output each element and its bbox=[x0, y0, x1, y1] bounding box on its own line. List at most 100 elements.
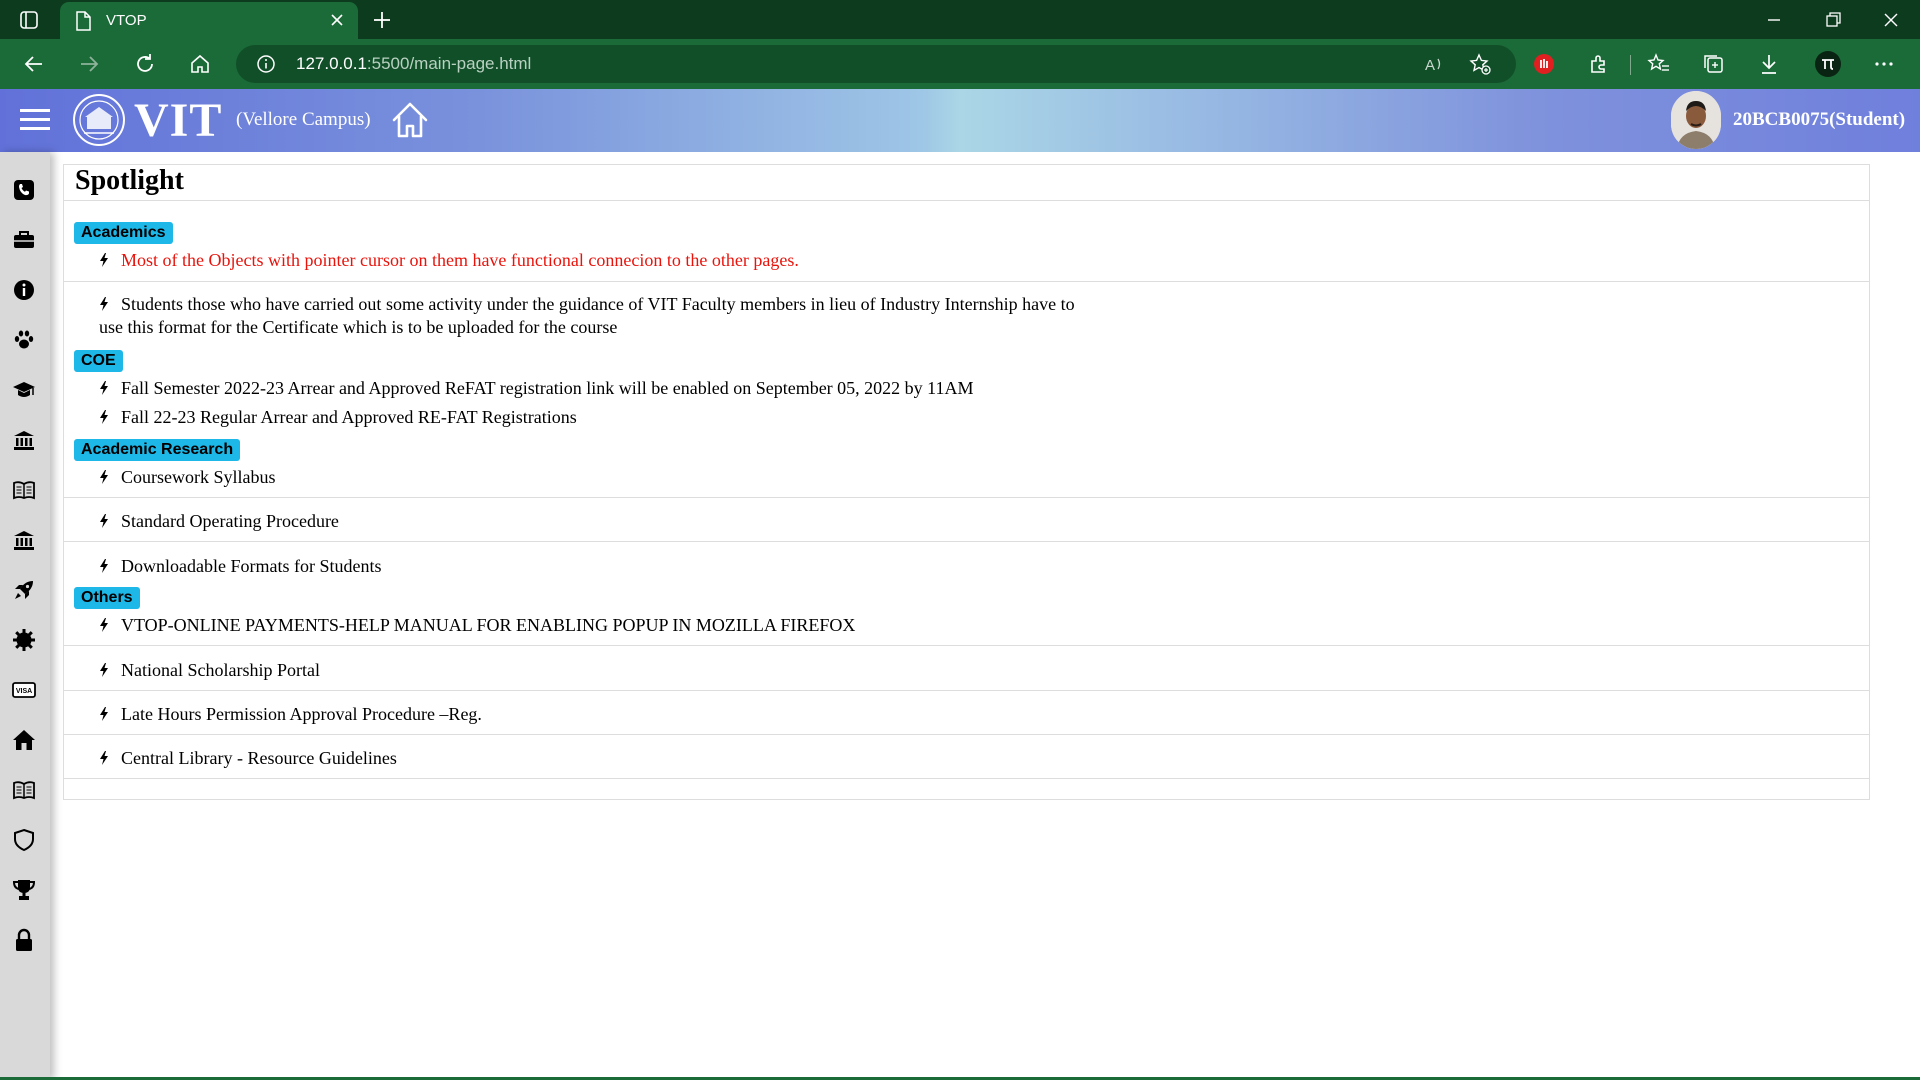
spotlight-title: Spotlight bbox=[75, 165, 184, 196]
url-path: :5500/main-page.html bbox=[366, 54, 532, 73]
collections-icon[interactable] bbox=[1702, 52, 1726, 76]
divider bbox=[64, 281, 1869, 282]
url-text: 127.0.0.1:5500/main-page.html bbox=[296, 54, 531, 74]
hamburger-menu-icon[interactable] bbox=[20, 109, 50, 131]
bolt-icon bbox=[100, 297, 108, 311]
bolt-icon bbox=[100, 514, 108, 528]
avatar[interactable] bbox=[1671, 91, 1721, 149]
home-icon[interactable] bbox=[12, 728, 36, 752]
divider bbox=[64, 497, 1869, 498]
paw-icon[interactable] bbox=[12, 328, 36, 352]
browser-address-bar: 127.0.0.1:5500/main-page.html A bbox=[0, 39, 1920, 89]
spotlight-item-text: Students those who have carried out some… bbox=[99, 294, 1075, 337]
trophy-icon[interactable] bbox=[12, 878, 36, 902]
bolt-icon bbox=[100, 253, 108, 267]
book-icon[interactable] bbox=[12, 478, 36, 502]
close-icon[interactable] bbox=[328, 11, 346, 29]
bolt-icon bbox=[100, 470, 108, 484]
spotlight-panel: Spotlight Academics Most of the Objects … bbox=[63, 164, 1870, 800]
home-icon[interactable] bbox=[390, 98, 430, 142]
browser-tab-bar: VTOP bbox=[0, 0, 1920, 39]
refresh-icon[interactable] bbox=[133, 52, 157, 76]
spotlight-item-text: VTOP-ONLINE PAYMENTS-HELP MANUAL FOR ENA… bbox=[121, 615, 856, 635]
lock-icon[interactable] bbox=[12, 928, 36, 952]
section-badge-academic-research: Academic Research bbox=[74, 439, 241, 461]
spotlight-item-text: Late Hours Permission Approval Procedure… bbox=[121, 704, 482, 724]
url-field[interactable]: 127.0.0.1:5500/main-page.html A bbox=[236, 45, 1516, 83]
spotlight-item[interactable]: Standard Operating Procedure bbox=[99, 511, 339, 532]
favorites-icon[interactable] bbox=[1647, 52, 1671, 76]
more-options-icon[interactable] bbox=[1872, 52, 1896, 76]
add-favorite-icon[interactable] bbox=[1469, 53, 1491, 75]
tab-title: VTOP bbox=[106, 12, 147, 29]
spotlight-item[interactable]: National Scholarship Portal bbox=[99, 660, 320, 681]
rocket-icon[interactable] bbox=[12, 578, 36, 602]
spotlight-item[interactable]: Downloadable Formats for Students bbox=[99, 556, 381, 577]
page-icon bbox=[76, 11, 91, 31]
vit-seal-logo bbox=[73, 94, 125, 146]
spotlight-item-text: Standard Operating Procedure bbox=[121, 511, 339, 531]
divider bbox=[64, 645, 1869, 646]
tab-actions-icon[interactable] bbox=[18, 9, 40, 31]
bank-icon[interactable] bbox=[12, 528, 36, 552]
spotlight-item[interactable]: Central Library - Resource Guidelines bbox=[99, 748, 397, 769]
new-tab-icon[interactable] bbox=[370, 8, 394, 32]
user-id[interactable]: 20BCB0075(Student) bbox=[1733, 109, 1905, 131]
avatar-photo bbox=[1671, 91, 1721, 149]
divider bbox=[64, 541, 1869, 542]
spotlight-item[interactable]: Fall Semester 2022-23 Arrear and Approve… bbox=[99, 378, 974, 399]
spotlight-item-text: National Scholarship Portal bbox=[121, 660, 320, 680]
browser-tab-active[interactable]: VTOP bbox=[60, 2, 358, 39]
briefcase-icon[interactable] bbox=[12, 228, 36, 252]
spotlight-item-text: Central Library - Resource Guidelines bbox=[121, 748, 397, 768]
divider bbox=[64, 690, 1869, 691]
spotlight-item-text: Fall 22-23 Regular Arrear and Approved R… bbox=[121, 407, 577, 427]
minimize-icon[interactable] bbox=[1764, 10, 1784, 30]
brand-name[interactable]: VIT bbox=[134, 93, 222, 148]
shield-icon[interactable] bbox=[12, 828, 36, 852]
visa-icon[interactable]: VISA bbox=[12, 678, 36, 702]
extensions-icon[interactable] bbox=[1587, 52, 1611, 76]
section-badge-coe: COE bbox=[74, 350, 123, 372]
spotlight-item[interactable]: Late Hours Permission Approval Procedure… bbox=[99, 704, 482, 725]
spotlight-item[interactable]: VTOP-ONLINE PAYMENTS-HELP MANUAL FOR ENA… bbox=[99, 615, 855, 636]
spotlight-item-text: Fall Semester 2022-23 Arrear and Approve… bbox=[121, 378, 974, 398]
info-icon[interactable] bbox=[12, 278, 36, 302]
bolt-icon bbox=[100, 410, 108, 424]
extension-red-icon[interactable] bbox=[1532, 52, 1556, 76]
back-icon[interactable] bbox=[22, 52, 46, 76]
bolt-icon bbox=[100, 381, 108, 395]
spotlight-item[interactable]: Students those who have carried out some… bbox=[99, 293, 1099, 339]
svg-text:VISA: VISA bbox=[16, 688, 32, 695]
spotlight-item[interactable]: Most of the Objects with pointer cursor … bbox=[99, 250, 799, 271]
section-badge-others: Others bbox=[74, 587, 140, 609]
profile-icon[interactable] bbox=[1815, 51, 1841, 77]
divider bbox=[64, 778, 1869, 779]
bolt-icon bbox=[100, 707, 108, 721]
restore-icon[interactable] bbox=[1823, 10, 1843, 30]
spotlight-item-text: Coursework Syllabus bbox=[121, 467, 276, 487]
divider bbox=[64, 200, 1869, 201]
spotlight-item[interactable]: Fall 22-23 Regular Arrear and Approved R… bbox=[99, 407, 577, 428]
book-icon[interactable] bbox=[12, 778, 36, 802]
download-icon[interactable] bbox=[1757, 52, 1781, 76]
bolt-icon bbox=[100, 663, 108, 677]
divider bbox=[64, 734, 1869, 735]
bank-icon[interactable] bbox=[12, 428, 36, 452]
spotlight-item-text: Downloadable Formats for Students bbox=[121, 556, 382, 576]
spotlight-item-text: Most of the Objects with pointer cursor … bbox=[121, 250, 799, 270]
svg-text:A: A bbox=[1425, 57, 1435, 74]
read-aloud-icon[interactable]: A bbox=[1423, 53, 1445, 75]
toolbar-divider bbox=[1630, 55, 1631, 75]
graduation-cap-icon[interactable] bbox=[12, 378, 36, 402]
phone-icon[interactable] bbox=[12, 178, 36, 202]
bolt-icon bbox=[100, 559, 108, 573]
gear-icon[interactable] bbox=[12, 628, 36, 652]
url-host: 127.0.0.1 bbox=[296, 54, 367, 73]
site-info-icon[interactable] bbox=[256, 54, 276, 74]
close-window-icon[interactable] bbox=[1881, 10, 1901, 30]
forward-icon[interactable] bbox=[77, 52, 101, 76]
sidebar: VISA bbox=[0, 152, 50, 1080]
spotlight-item[interactable]: Coursework Syllabus bbox=[99, 467, 276, 488]
home-icon[interactable] bbox=[188, 52, 212, 76]
